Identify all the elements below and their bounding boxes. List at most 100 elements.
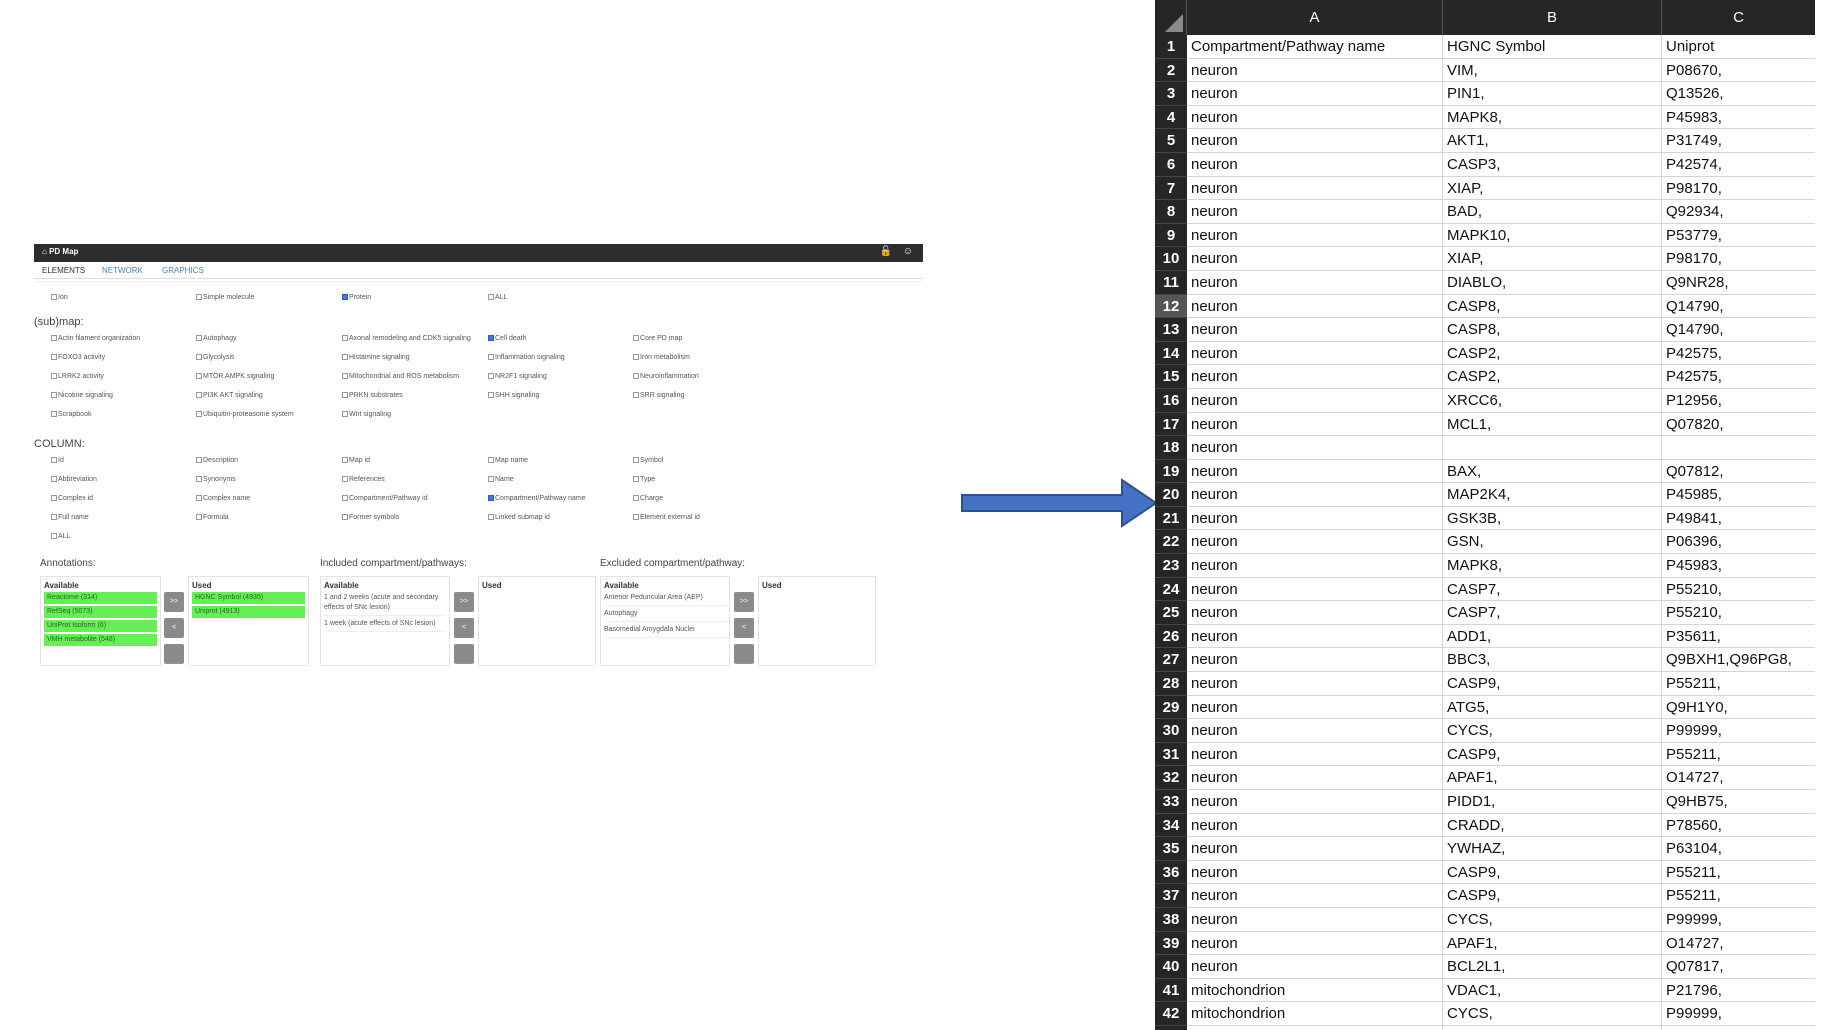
- cell-b[interactable]: CASP2,: [1443, 341, 1662, 366]
- excluded-available-item[interactable]: Basomedial Amygdala Nuclei: [604, 625, 726, 638]
- cell-c[interactable]: Q9HB75,: [1662, 790, 1815, 814]
- checkbox-icon[interactable]: [342, 354, 348, 360]
- cell-b[interactable]: PIN1,: [1443, 82, 1662, 106]
- row-header[interactable]: 23: [1155, 554, 1187, 578]
- cell-b[interactable]: VIM,: [1443, 58, 1662, 83]
- cell-c[interactable]: P45985,: [1662, 483, 1815, 507]
- cell-a[interactable]: neuron: [1187, 601, 1443, 625]
- cell-b[interactable]: CYCS,: [1443, 907, 1662, 932]
- row-header[interactable]: 19: [1155, 459, 1187, 484]
- row-header[interactable]: 43: [1155, 1025, 1187, 1030]
- cell-a[interactable]: neuron: [1187, 672, 1443, 696]
- row-header[interactable]: 14: [1155, 341, 1187, 366]
- cell-b[interactable]: GSK3B,: [1443, 506, 1662, 531]
- column-full-name[interactable]: Full name: [51, 514, 89, 521]
- row-header[interactable]: 36: [1155, 860, 1187, 885]
- checkbox-icon[interactable]: [196, 514, 202, 520]
- cell-b[interactable]: XIAP,: [1443, 247, 1662, 271]
- checkbox-icon[interactable]: [51, 392, 57, 398]
- cell-b[interactable]: YWHAZ,: [1443, 837, 1662, 861]
- tab-graphics[interactable]: GRAPHICS: [162, 266, 204, 275]
- cell-b[interactable]: CASP9,: [1443, 860, 1662, 885]
- submap-iron-metabolism[interactable]: Iron metabolism: [633, 354, 690, 361]
- included-available-list[interactable]: Available 1 and 2 weeks (acute and secon…: [320, 576, 450, 666]
- row-header[interactable]: 5: [1155, 129, 1187, 153]
- cell-a[interactable]: mitochondrion: [1187, 1025, 1443, 1030]
- checkbox-icon[interactable]: [488, 495, 494, 501]
- row-header[interactable]: 24: [1155, 577, 1187, 602]
- row-header[interactable]: 42: [1155, 1002, 1187, 1026]
- column-linked-submap-id[interactable]: Linked submap id: [488, 514, 550, 521]
- cell-a[interactable]: neuron: [1187, 907, 1443, 932]
- cell-a[interactable]: neuron: [1187, 624, 1443, 649]
- cell-a[interactable]: neuron: [1187, 790, 1443, 814]
- cell-b[interactable]: CHCHD2,: [1443, 1025, 1662, 1030]
- cell-c[interactable]: Q92934,: [1662, 200, 1815, 224]
- included-available-item[interactable]: 1 and 2 weeks (acute and secondary effec…: [324, 593, 446, 616]
- checkbox-icon[interactable]: [633, 476, 639, 482]
- column-element-external-id[interactable]: Element external id: [633, 514, 700, 521]
- column-header-c[interactable]: C: [1662, 0, 1815, 35]
- pd-map-logo[interactable]: ⌂ PD Map: [42, 247, 78, 256]
- cell-c[interactable]: P31749,: [1662, 129, 1815, 153]
- cell-b[interactable]: CASP2,: [1443, 365, 1662, 389]
- included-extra-button[interactable]: [454, 644, 474, 664]
- checkbox-icon[interactable]: [488, 335, 494, 341]
- cell-c[interactable]: Q9BXH1,Q96PG8,: [1662, 648, 1815, 673]
- excluded-used-list[interactable]: Used: [758, 576, 876, 666]
- column-references[interactable]: References: [342, 476, 385, 483]
- column-id[interactable]: Id: [51, 457, 64, 464]
- row-header[interactable]: 2: [1155, 58, 1187, 83]
- row-header[interactable]: 39: [1155, 931, 1187, 956]
- cell-b[interactable]: BBC3,: [1443, 648, 1662, 673]
- cell-c[interactable]: P42575,: [1662, 342, 1815, 366]
- row-header[interactable]: 1: [1155, 35, 1187, 59]
- cell-c[interactable]: P53779,: [1662, 224, 1815, 248]
- checkbox-icon[interactable]: [342, 495, 348, 501]
- annotations-extra-button[interactable]: [164, 644, 184, 664]
- column-all[interactable]: ALL: [51, 533, 70, 540]
- excluded-available-item[interactable]: Autophagy: [604, 609, 726, 622]
- checkbox-icon[interactable]: [196, 354, 202, 360]
- cell-c[interactable]: Q14790,: [1662, 295, 1815, 319]
- annotation-available-item[interactable]: Reactome (314): [44, 592, 157, 604]
- cell-a[interactable]: neuron: [1187, 247, 1443, 271]
- checkbox-icon[interactable]: [342, 514, 348, 520]
- cell-b[interactable]: MAPK8,: [1443, 105, 1662, 130]
- checkbox-icon[interactable]: [196, 294, 202, 300]
- cell-c[interactable]: P45983,: [1662, 106, 1815, 130]
- excluded-remove-button[interactable]: <: [734, 618, 754, 638]
- annotation-available-item[interactable]: RefSeq (5073): [44, 606, 157, 618]
- checkbox-icon[interactable]: [51, 373, 57, 379]
- row-header[interactable]: 6: [1155, 152, 1187, 177]
- tab-network[interactable]: NETWORK: [102, 266, 143, 275]
- submap-prkn-substrates[interactable]: PRKN substrates: [342, 392, 403, 399]
- cell-c[interactable]: Uniprot: [1662, 35, 1815, 59]
- cell-a[interactable]: neuron: [1187, 82, 1443, 106]
- row-header[interactable]: 27: [1155, 648, 1187, 673]
- cell-c[interactable]: Q07820,: [1662, 413, 1815, 437]
- row-header[interactable]: 34: [1155, 813, 1187, 838]
- submap-srr-signaling[interactable]: SRR signaling: [633, 392, 684, 399]
- checkbox-icon[interactable]: [196, 476, 202, 482]
- type-ion-checkbox[interactable]: Ion: [51, 294, 68, 301]
- column-former-symbols[interactable]: Former symbols: [342, 514, 399, 521]
- column-header-a[interactable]: A: [1187, 0, 1443, 35]
- cell-b[interactable]: MAP2K4,: [1443, 483, 1662, 507]
- submap-mtor-ampk-signaling[interactable]: MTOR AMPK signaling: [196, 373, 274, 380]
- included-available-item[interactable]: 1 week (acute effects of SNc lesion): [324, 619, 446, 632]
- cell-a[interactable]: neuron: [1187, 200, 1443, 224]
- cell-a[interactable]: neuron: [1187, 860, 1443, 885]
- cell-b[interactable]: CASP7,: [1443, 601, 1662, 625]
- row-header[interactable]: 10: [1155, 247, 1187, 271]
- checkbox-icon[interactable]: [342, 373, 348, 379]
- row-header[interactable]: 35: [1155, 837, 1187, 861]
- cell-c[interactable]: P42575,: [1662, 365, 1815, 389]
- cell-a[interactable]: neuron: [1187, 105, 1443, 130]
- checkbox-icon[interactable]: [196, 495, 202, 501]
- cell-c[interactable]: P55211,: [1662, 884, 1815, 908]
- included-used-list[interactable]: Used: [478, 576, 596, 666]
- cell-b[interactable]: DIABLO,: [1443, 270, 1662, 295]
- cell-c[interactable]: P49841,: [1662, 507, 1815, 531]
- type-all-checkbox[interactable]: ALL: [488, 294, 507, 301]
